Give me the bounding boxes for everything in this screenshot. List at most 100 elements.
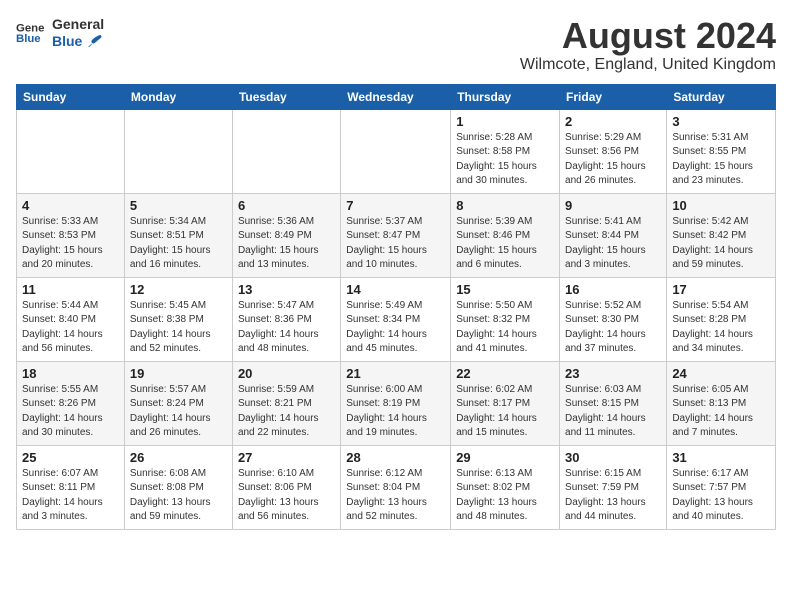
calendar-cell: 16 Sunrise: 5:52 AMSunset: 8:30 PMDayligh… [560, 277, 667, 361]
day-number: 15 [456, 282, 554, 297]
day-number: 24 [672, 366, 770, 381]
calendar-cell: 20Sunrise: 5:59 AMSunset: 8:21 PMDayligh… [232, 361, 340, 445]
header-sunday: Sunday [17, 84, 125, 109]
calendar-cell: 25 Sunrise: 6:07 AMSunset: 8:11 PMDayligh… [17, 445, 125, 529]
calendar-cell: 4 Sunrise: 5:33 AMSunset: 8:53 PMDaylight… [17, 193, 125, 277]
day-info: Sunrise: 5:44 AMSunset: 8:40 PMDaylight:… [22, 299, 119, 357]
day-number: 21 [346, 366, 445, 381]
day-number: 1 [456, 114, 554, 129]
day-info: Sunrise: 6:13 AMSunset: 8:02 PMDaylight:… [456, 467, 554, 525]
day-number: 29 [456, 450, 554, 465]
day-number: 10 [672, 198, 770, 213]
calendar-table: SundayMondayTuesdayWednesdayThursdayFrid… [16, 84, 776, 530]
calendar-cell: 9Sunrise: 5:41 AMSunset: 8:44 PMDaylight… [560, 193, 667, 277]
day-number: 17 [672, 282, 770, 297]
day-info: Sunrise: 5:49 AMSunset: 8:34 PMDaylight:… [346, 299, 445, 357]
day-number: 18 [22, 366, 119, 381]
calendar-cell: 21 Sunrise: 6:00 AMSunset: 8:19 PMDayligh… [341, 361, 451, 445]
logo-bird-icon [85, 32, 103, 50]
day-info: Sunrise: 6:02 AMSunset: 8:17 PMDaylight:… [456, 383, 554, 441]
header-wednesday: Wednesday [341, 84, 451, 109]
day-number: 16 [565, 282, 661, 297]
day-info: Sunrise: 5:52 AMSunset: 8:30 PMDaylight:… [565, 299, 661, 357]
day-number: 3 [672, 114, 770, 129]
calendar-cell: 30Sunrise: 6:15 AMSunset: 7:59 PMDayligh… [560, 445, 667, 529]
day-number: 5 [130, 198, 227, 213]
calendar-cell: 7 Sunrise: 5:37 AMSunset: 8:47 PMDaylight… [341, 193, 451, 277]
logo: General Blue General Blue [16, 16, 104, 50]
day-info: Sunrise: 5:47 AMSunset: 8:36 PMDaylight:… [238, 299, 335, 357]
calendar-cell: 13 Sunrise: 5:47 AMSunset: 8:36 PMDayligh… [232, 277, 340, 361]
day-info: Sunrise: 5:50 AMSunset: 8:32 PMDaylight:… [456, 299, 554, 357]
day-info: Sunrise: 5:28 AMSunset: 8:58 PMDaylight:… [456, 131, 554, 189]
day-info: Sunrise: 6:03 AMSunset: 8:15 PMDaylight:… [565, 383, 661, 441]
page-header: General Blue General Blue August 2024 Wi… [16, 16, 776, 74]
logo-icon: General Blue [16, 19, 44, 47]
day-info: Sunrise: 5:45 AMSunset: 8:38 PMDaylight:… [130, 299, 227, 357]
logo-blue: Blue [52, 32, 104, 50]
calendar-cell: 27 Sunrise: 6:10 AMSunset: 8:06 PMDayligh… [232, 445, 340, 529]
title-block: August 2024 Wilmcote, England, United Ki… [520, 16, 776, 74]
calendar-cell: 31Sunrise: 6:17 AMSunset: 7:57 PMDayligh… [667, 445, 776, 529]
calendar-cell: 18 Sunrise: 5:55 AMSunset: 8:26 PMDayligh… [17, 361, 125, 445]
day-number: 28 [346, 450, 445, 465]
calendar-week-row: 1 Sunrise: 5:28 AMSunset: 8:58 PMDaylight… [17, 109, 776, 193]
day-number: 6 [238, 198, 335, 213]
day-info: Sunrise: 5:59 AMSunset: 8:21 PMDaylight:… [238, 383, 335, 441]
calendar-cell: 29 Sunrise: 6:13 AMSunset: 8:02 PMDayligh… [451, 445, 560, 529]
day-number: 4 [22, 198, 119, 213]
header-thursday: Thursday [451, 84, 560, 109]
svg-text:Blue: Blue [16, 33, 41, 45]
calendar-cell: 8 Sunrise: 5:39 AMSunset: 8:46 PMDaylight… [451, 193, 560, 277]
calendar-cell: 17 Sunrise: 5:54 AMSunset: 8:28 PMDayligh… [667, 277, 776, 361]
calendar-cell: 22 Sunrise: 6:02 AMSunset: 8:17 PMDayligh… [451, 361, 560, 445]
calendar-cell: 28 Sunrise: 6:12 AMSunset: 8:04 PMDayligh… [341, 445, 451, 529]
calendar-cell: 5Sunrise: 5:34 AMSunset: 8:51 PMDaylight… [124, 193, 232, 277]
day-number: 13 [238, 282, 335, 297]
day-info: Sunrise: 6:08 AMSunset: 8:08 PMDaylight:… [130, 467, 227, 525]
day-info: Sunrise: 5:37 AMSunset: 8:47 PMDaylight:… [346, 215, 445, 273]
day-info: Sunrise: 5:41 AMSunset: 8:44 PMDaylight:… [565, 215, 661, 273]
day-info: Sunrise: 5:29 AMSunset: 8:56 PMDaylight:… [565, 131, 661, 189]
calendar-cell: 6 Sunrise: 5:36 AMSunset: 8:49 PMDaylight… [232, 193, 340, 277]
day-info: Sunrise: 5:31 AMSunset: 8:55 PMDaylight:… [672, 131, 770, 189]
day-info: Sunrise: 6:00 AMSunset: 8:19 PMDaylight:… [346, 383, 445, 441]
day-info: Sunrise: 6:07 AMSunset: 8:11 PMDaylight:… [22, 467, 119, 525]
day-number: 14 [346, 282, 445, 297]
calendar-cell: 14 Sunrise: 5:49 AMSunset: 8:34 PMDayligh… [341, 277, 451, 361]
day-info: Sunrise: 5:42 AMSunset: 8:42 PMDaylight:… [672, 215, 770, 273]
calendar-cell: 2Sunrise: 5:29 AMSunset: 8:56 PMDaylight… [560, 109, 667, 193]
calendar-header-row: SundayMondayTuesdayWednesdayThursdayFrid… [17, 84, 776, 109]
day-info: Sunrise: 6:10 AMSunset: 8:06 PMDaylight:… [238, 467, 335, 525]
calendar-cell [232, 109, 340, 193]
day-info: Sunrise: 5:36 AMSunset: 8:49 PMDaylight:… [238, 215, 335, 273]
calendar-week-row: 4 Sunrise: 5:33 AMSunset: 8:53 PMDaylight… [17, 193, 776, 277]
day-number: 7 [346, 198, 445, 213]
day-number: 26 [130, 450, 227, 465]
calendar-cell [124, 109, 232, 193]
calendar-week-row: 25 Sunrise: 6:07 AMSunset: 8:11 PMDayligh… [17, 445, 776, 529]
day-number: 11 [22, 282, 119, 297]
logo-general: General [52, 16, 104, 32]
calendar-cell: 10 Sunrise: 5:42 AMSunset: 8:42 PMDayligh… [667, 193, 776, 277]
calendar-week-row: 18 Sunrise: 5:55 AMSunset: 8:26 PMDayligh… [17, 361, 776, 445]
day-number: 22 [456, 366, 554, 381]
day-info: Sunrise: 5:39 AMSunset: 8:46 PMDaylight:… [456, 215, 554, 273]
calendar-cell: 19Sunrise: 5:57 AMSunset: 8:24 PMDayligh… [124, 361, 232, 445]
day-number: 23 [565, 366, 661, 381]
day-number: 8 [456, 198, 554, 213]
day-number: 25 [22, 450, 119, 465]
day-info: Sunrise: 5:54 AMSunset: 8:28 PMDaylight:… [672, 299, 770, 357]
calendar-cell: 15 Sunrise: 5:50 AMSunset: 8:32 PMDayligh… [451, 277, 560, 361]
calendar-cell [341, 109, 451, 193]
month-title: August 2024 [520, 16, 776, 56]
day-number: 30 [565, 450, 661, 465]
calendar-cell: 12Sunrise: 5:45 AMSunset: 8:38 PMDayligh… [124, 277, 232, 361]
calendar-week-row: 11 Sunrise: 5:44 AMSunset: 8:40 PMDayligh… [17, 277, 776, 361]
day-number: 27 [238, 450, 335, 465]
day-info: Sunrise: 5:33 AMSunset: 8:53 PMDaylight:… [22, 215, 119, 273]
day-info: Sunrise: 6:12 AMSunset: 8:04 PMDaylight:… [346, 467, 445, 525]
day-info: Sunrise: 5:55 AMSunset: 8:26 PMDaylight:… [22, 383, 119, 441]
header-saturday: Saturday [667, 84, 776, 109]
calendar-cell: 3 Sunrise: 5:31 AMSunset: 8:55 PMDaylight… [667, 109, 776, 193]
